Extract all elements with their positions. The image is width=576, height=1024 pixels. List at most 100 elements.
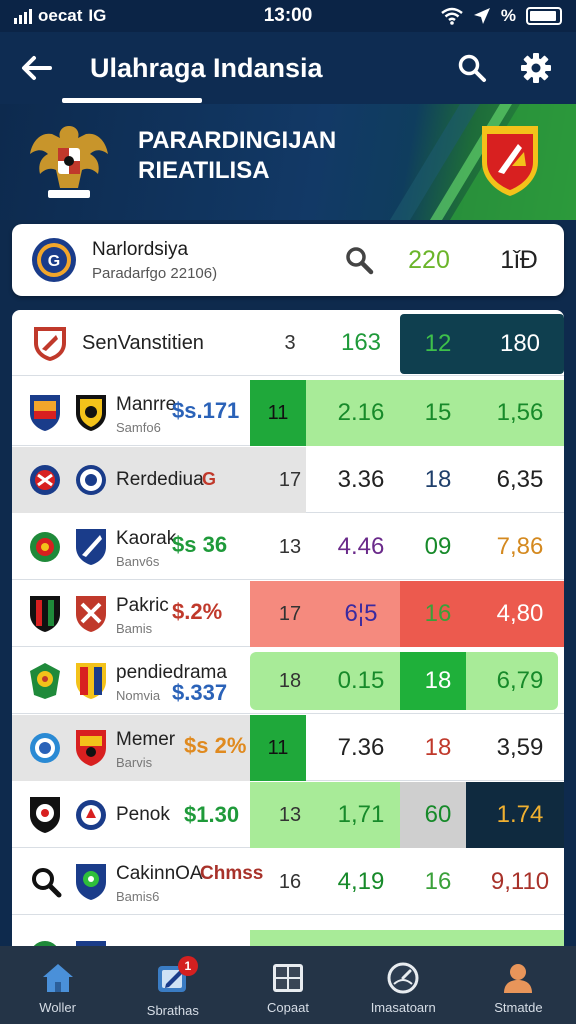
row-col-b: 18 bbox=[424, 466, 452, 493]
team-price: Chmss bbox=[200, 863, 264, 884]
nav-item-gauge[interactable]: Imasatoarn bbox=[346, 946, 461, 1024]
row-rank: 13 bbox=[278, 803, 302, 826]
table-row[interactable]: Rerdediua G 17 3.36 18 6,35 bbox=[12, 447, 564, 513]
team-crest-icon bbox=[34, 327, 66, 361]
header-col-b: 12 bbox=[400, 314, 476, 374]
standings-table: SenVanstitien 3 163 12 180 Manrre Samfo6… bbox=[12, 310, 564, 950]
header-col-a: 163 bbox=[340, 329, 382, 356]
row-col-c: 9,110 bbox=[490, 868, 550, 895]
banner-title-line2: RIEATILISA bbox=[138, 157, 270, 184]
summary-search-button[interactable] bbox=[334, 245, 384, 275]
table-row[interactable] bbox=[12, 916, 564, 950]
table-row[interactable]: CakinnOA Bamis6 Chmss 16 4,19 16 9,110 bbox=[12, 849, 564, 915]
bottom-nav: Woller 1 Sbrathas Copaat Imasatoarn Stma… bbox=[0, 946, 576, 1024]
table-header-row: SenVanstitien 3 163 12 180 bbox=[12, 310, 564, 376]
row-col-a: 7.36 bbox=[337, 734, 385, 761]
team-crest-icon bbox=[30, 797, 60, 833]
row-col-b: 16 bbox=[424, 868, 452, 895]
team-subtitle: Bamis bbox=[116, 621, 153, 636]
row-col-a: 3.36 bbox=[337, 466, 385, 493]
carrier-label: oecat bbox=[38, 6, 83, 25]
gear-icon bbox=[521, 53, 551, 83]
back-button[interactable] bbox=[0, 32, 72, 104]
nav-item-edit[interactable]: 1 Sbrathas bbox=[115, 946, 230, 1024]
settings-button[interactable] bbox=[504, 32, 568, 104]
team-price: $s 36 bbox=[172, 532, 228, 557]
team-price: $s 2% bbox=[184, 733, 247, 758]
nav-item-grid[interactable]: Copaat bbox=[230, 946, 345, 1024]
header-rank: 3 bbox=[284, 331, 296, 354]
team-crest-icon bbox=[76, 663, 106, 699]
summary-card[interactable]: G Narlordsiya Paradarfgo 22106) 220 1ǐƉ bbox=[12, 224, 564, 296]
gauge-icon bbox=[387, 962, 419, 994]
nav-label: Imasatoarn bbox=[370, 1000, 436, 1015]
row-rank: 16 bbox=[278, 870, 302, 893]
team-crest-icon bbox=[76, 465, 106, 495]
team-crest-icon bbox=[30, 663, 60, 699]
nav-label: Woller bbox=[39, 1000, 76, 1015]
team-price: $1.30 bbox=[184, 802, 240, 827]
team-name: Rerdediua bbox=[116, 469, 204, 490]
grid-icon bbox=[273, 964, 303, 992]
location-icon bbox=[473, 8, 490, 24]
team-name: Manrre bbox=[116, 394, 177, 415]
app-bar: Ulahraga Indansia bbox=[0, 32, 576, 104]
home-icon bbox=[42, 964, 73, 992]
row-rank: 11 bbox=[267, 736, 289, 759]
table-row[interactable]: Penok $1.30 13 1,71 60 1.74 bbox=[12, 782, 564, 848]
battery-icon bbox=[526, 7, 562, 25]
row-col-c: 7,86 bbox=[496, 533, 544, 560]
table-row[interactable]: Kaorak Banv6s $s 36 13 4.46 09 7,86 bbox=[12, 514, 564, 580]
active-tab-indicator bbox=[62, 98, 202, 103]
row-col-c: 4,80 bbox=[496, 600, 544, 627]
team-crest-icon bbox=[76, 730, 106, 766]
row-col-a: 2.16 bbox=[337, 399, 385, 426]
garuda-emblem-icon bbox=[30, 126, 108, 198]
row-col-a: 4,19 bbox=[337, 868, 385, 895]
team-name: Pakric bbox=[116, 595, 169, 616]
team-crest-icon bbox=[76, 864, 106, 900]
league-logo-icon: G bbox=[32, 238, 76, 282]
summary-value-1: 220 bbox=[408, 245, 450, 274]
header-team-name: SenVanstitien bbox=[82, 332, 204, 354]
search-icon bbox=[32, 868, 62, 898]
row-col-b: 18 bbox=[424, 667, 452, 694]
row-col-b: 60 bbox=[424, 801, 452, 828]
row-col-a: 4.46 bbox=[337, 533, 385, 560]
team-crest-icon bbox=[30, 395, 60, 431]
row-rank: 17 bbox=[278, 602, 302, 625]
team-crest-icon bbox=[76, 395, 106, 431]
team-crest-icon bbox=[30, 733, 60, 763]
team-crest-icon bbox=[30, 532, 60, 562]
row-col-b: 09 bbox=[424, 533, 452, 560]
header-col-c: 180 bbox=[476, 314, 564, 374]
status-bar: oecat IG 13:00 % bbox=[0, 0, 576, 32]
summary-subtitle: Paradarfgo 22106) bbox=[92, 264, 218, 282]
team-subtitle: Bamis6 bbox=[116, 889, 160, 904]
table-row[interactable]: Manrre Samfo6 $s.171 11 2.16 15 1,56 bbox=[12, 380, 564, 446]
team-crest-icon bbox=[30, 596, 60, 632]
search-button[interactable] bbox=[440, 32, 504, 104]
row-col-c: 1,56 bbox=[496, 399, 544, 426]
club-crest-icon bbox=[482, 126, 538, 196]
page-title: Ulahraga Indansia bbox=[90, 52, 323, 83]
team-name: Penok bbox=[116, 804, 170, 825]
table-row[interactable]: pendiedrama Nomvia $.337 18 0.15 18 6,79 bbox=[12, 648, 564, 714]
team-crest-icon bbox=[30, 465, 60, 495]
team-subtitle: Barvis bbox=[116, 755, 153, 770]
nav-item-home[interactable]: Woller bbox=[0, 946, 115, 1024]
nav-item-profile[interactable]: Stmatde bbox=[461, 946, 576, 1024]
summary-name: Narlordsiya bbox=[92, 238, 189, 260]
table-row[interactable]: Memer Barvis $s 2% 11 7.36 18 3,59 bbox=[12, 715, 564, 781]
search-icon bbox=[458, 54, 486, 82]
table-row[interactable]: Pakric Bamis $.2% 17 6¦5 16 4,80 bbox=[12, 581, 564, 647]
team-subtitle: Banv6s bbox=[116, 554, 160, 569]
row-col-a: 1,71 bbox=[337, 801, 385, 828]
row-rank: 11 bbox=[250, 380, 306, 446]
row-col-c: 6,79 bbox=[496, 667, 544, 694]
team-subtitle: Samfo6 bbox=[116, 420, 161, 435]
arrow-left-icon bbox=[22, 56, 52, 80]
row-col-c: 3,59 bbox=[496, 734, 544, 761]
team-price: $.337 bbox=[172, 680, 228, 705]
nav-label: Sbrathas bbox=[146, 1003, 199, 1018]
